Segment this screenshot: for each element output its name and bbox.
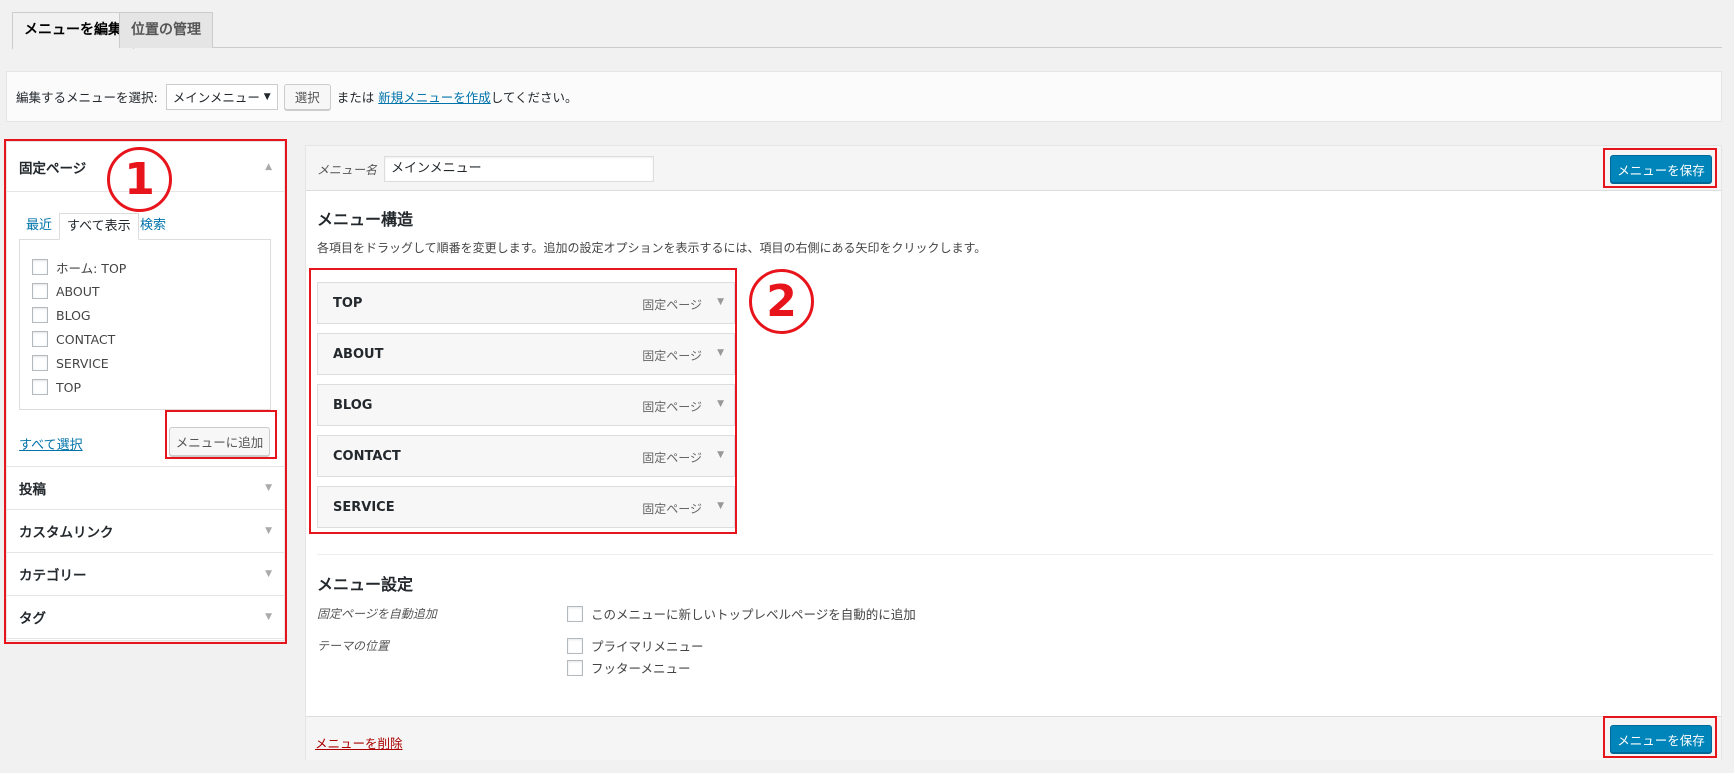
tab-manage-locations[interactable]: 位置の管理: [119, 12, 213, 48]
tab-edit-menus[interactable]: メニューを編集: [12, 12, 134, 49]
annotation-box-left-column: [4, 139, 287, 644]
annotation-number-one: 1: [107, 147, 172, 212]
auto-add-option-label: このメニューに新しいトップレベルページを自動的に追加: [591, 607, 916, 622]
location-option-primary[interactable]: プライマリメニュー: [567, 636, 704, 655]
location-option-label: フッターメニュー: [591, 661, 691, 676]
menu-footer: メニューを削除 メニューを保存: [306, 716, 1721, 760]
checkbox[interactable]: [567, 637, 583, 654]
menu-name-label: メニュー名: [317, 163, 378, 177]
location-option-footer[interactable]: フッターメニュー: [567, 658, 691, 677]
checkbox[interactable]: [567, 659, 583, 676]
menu-select-value: メインメニュー: [172, 90, 260, 105]
divider: [317, 554, 1713, 555]
tab-view-all[interactable]: すべて表示: [59, 213, 139, 240]
delete-menu-link[interactable]: メニューを削除: [315, 733, 403, 752]
or-text: または: [336, 90, 375, 105]
annotation-number-two: 2: [749, 269, 814, 334]
annotation-box-save-top: [1603, 148, 1717, 188]
annotation-box-save-bottom: [1603, 716, 1717, 758]
menu-structure-description: 各項目をドラッグして順番を変更します。追加の設定オプションを表示するには、項目の…: [317, 241, 987, 255]
menu-structure-title: メニュー構造: [317, 210, 414, 229]
location-option-label: プライマリメニュー: [591, 639, 704, 654]
menu-header: メニュー名 メインメニュー メニューを保存: [306, 146, 1721, 191]
menu-settings-title: メニュー設定: [317, 575, 414, 594]
menu-select-bar: 編集するメニューを選択: メインメニュー ▼ 選択 または 新規メニューを作成 …: [6, 71, 1722, 122]
create-menu-link[interactable]: 新規メニューを作成: [378, 87, 491, 106]
instruction-suffix: してください。: [490, 90, 578, 105]
nav-tabs: メニューを編集 位置の管理: [12, 12, 1722, 49]
menu-select-label: 編集するメニューを選択:: [16, 90, 158, 105]
select-button[interactable]: 選択: [283, 83, 331, 110]
menu-select-dropdown[interactable]: メインメニュー ▼: [165, 83, 278, 110]
checkbox[interactable]: [567, 605, 583, 622]
menu-name-input[interactable]: メインメニュー: [384, 156, 654, 182]
dropdown-arrow-icon: ▼: [263, 91, 271, 102]
theme-location-label: テーマの位置: [317, 639, 390, 653]
annotation-box-add-button: [165, 410, 277, 459]
annotation-box-menu-structure: [309, 268, 737, 534]
auto-add-label: 固定ページを自動追加: [317, 607, 437, 621]
auto-add-option[interactable]: このメニューに新しいトップレベルページを自動的に追加: [567, 604, 916, 623]
